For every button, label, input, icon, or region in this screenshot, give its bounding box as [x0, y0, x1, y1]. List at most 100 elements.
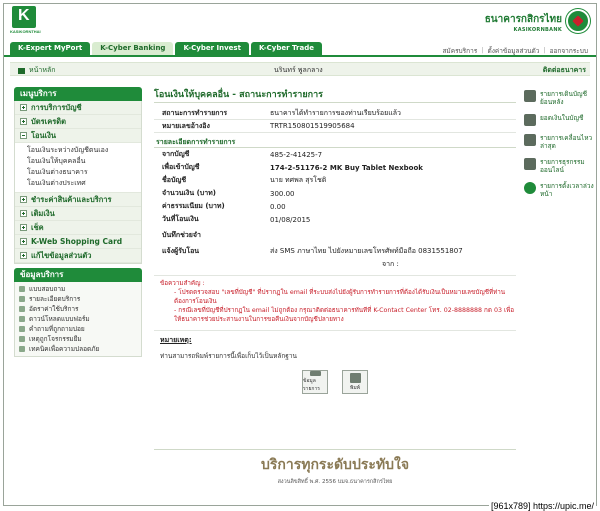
- save-icon: [309, 371, 321, 376]
- sidebar-item-label: การบริการบัญชี: [31, 102, 82, 112]
- document-icon: [524, 134, 536, 146]
- user-name: นรินทร์ พูลกลาง: [274, 66, 323, 74]
- footer: บริการทุกระดับประทับใจ สงวนลิขสิทธิ์ พ.ศ…: [154, 449, 516, 486]
- quick-link-balance[interactable]: ยอดเงินในบัญชี: [524, 114, 594, 126]
- sub-bar: หน้าหลัก นรินทร์ พูลกลาง ติดต่อธนาคาร: [10, 62, 590, 76]
- from-account-row: จากบัญชี 485-2-41425-7: [154, 148, 516, 161]
- contact-bank-link[interactable]: ติดต่อธนาคาร: [543, 65, 586, 76]
- sidebar-subitem-third-party[interactable]: โอนเงินให้บุคคลอื่น: [27, 156, 141, 167]
- bank-name: ธนาคารกสิกรไทย KASIKORNBANK: [485, 12, 562, 33]
- service-item-details[interactable]: รายละเอียดบริการ: [15, 294, 141, 304]
- quick-links-panel: รายการเดินบัญชีย้อนหลัง ยอดเงินในบัญชี ร…: [524, 90, 594, 206]
- tab-k-expert-myport[interactable]: K-Expert MyPort: [10, 42, 91, 55]
- notify-from-row: จาก :: [154, 258, 516, 271]
- notify-from-label: จาก :: [382, 260, 399, 268]
- transfer-submenu: โอนเงินระหว่างบัญชีตนเอง โอนเงินให้บุคคล…: [15, 143, 141, 193]
- service-item-theft[interactable]: เหตุถูกโจรกรรมยืม: [15, 334, 141, 344]
- quick-link-recent-activity[interactable]: รายการเคลื่อนไหวล่าสุด: [524, 134, 594, 150]
- to-account-row: เพื่อเข้าบัญชี 174-2-51176-2 MK Buy Tabl…: [154, 161, 516, 174]
- logo-text: KASIKORNTHAI: [10, 29, 41, 34]
- status-label: สถานะการทำรายการ: [162, 108, 228, 117]
- tab-k-cyber-invest[interactable]: K-Cyber Invest: [175, 42, 249, 55]
- sidebar-item-label: ชำระค่าสินค้าและบริการ: [31, 194, 112, 204]
- quick-link-online-transactions[interactable]: รายการธุรกรรมออนไลน์: [524, 158, 594, 174]
- sidebar-item-top-up[interactable]: เติมเงิน: [15, 207, 141, 221]
- watermark: [961x789] https://upic.me/: [488, 501, 596, 511]
- browser-frame: KASIKORNTHAI ธนาคารกสิกรไทย KASIKORNBANK…: [3, 3, 597, 506]
- field-label: แจ้งผู้รับโอน: [162, 247, 200, 255]
- sidebar-subitem-overseas[interactable]: โอนเงินต่างประเทศ: [27, 178, 141, 189]
- quick-link-statement-history[interactable]: รายการเดินบัญชีย้อนหลัง: [524, 90, 594, 106]
- notify-recipient-row: แจ้งผู้รับโอน ส่ง SMS ภาษาไทย ไปยังหมายเ…: [154, 245, 516, 258]
- note-item: - กรณีเลขที่บัญชีที่ปรากฏใน email ไม่ถูก…: [174, 307, 515, 323]
- detail-section-title: รายละเอียดการทำรายการ: [154, 137, 516, 148]
- sidebar-item-label: เช็ค: [31, 222, 44, 232]
- service-item-fees[interactable]: อัตราค่าใช้บริการ: [15, 304, 141, 314]
- quick-link-scheduled[interactable]: รายการตั้งเวลาล่วงหน้า: [524, 182, 594, 198]
- quick-link-label: รายการเดินบัญชีย้อนหลัง: [540, 90, 587, 106]
- bank-name-th: ธนาคารกสิกรไทย: [484, 14, 562, 25]
- sidebar-item-bill-payment[interactable]: ชำระค่าสินค้าและบริการ: [15, 193, 141, 207]
- quick-link-label: รายการเคลื่อนไหวล่าสุด: [540, 134, 593, 150]
- field-label: เพื่อเข้าบัญชี: [162, 163, 200, 171]
- sidebar-item-edit-profile[interactable]: แก้ไขข้อมูลส่วนตัว: [15, 249, 141, 263]
- service-item-survey[interactable]: แบบสอบถาม: [15, 284, 141, 294]
- remark-text: ท่านสามารถพิมพ์รายการนี้เพื่อเก็บไว้เป็น…: [160, 352, 297, 360]
- amount-row: จำนวนเงิน (บาท) 300.00: [154, 187, 516, 200]
- action-buttons: ข้อมูลรายการ พิมพ์: [154, 370, 516, 394]
- sidebar-item-k-web-shopping[interactable]: K-Web Shopping Card: [15, 235, 141, 249]
- statement-icon: [524, 90, 536, 102]
- service-item-security[interactable]: เทคนิคเพื่อความปลอดภัย: [15, 344, 141, 354]
- field-value: 485-2-41425-7: [270, 150, 323, 159]
- document-icon: [19, 306, 25, 312]
- menu-title: เมนูบริการ: [14, 87, 142, 101]
- quick-link-label: รายการธุรกรรมออนไลน์: [540, 158, 585, 174]
- sidebar-subitem-other-bank[interactable]: โอนเงินต่างธนาคาร: [27, 167, 141, 178]
- expand-icon: [20, 238, 27, 245]
- field-value: ส่ง SMS ภาษาไทย ไปยังหมายเลขโทรศัพท์มือถ…: [270, 247, 463, 255]
- check-icon: [19, 286, 25, 292]
- quick-link-label: ยอดเงินในบัญชี: [540, 114, 584, 122]
- download-icon: [19, 316, 25, 322]
- service-item-download-forms[interactable]: ดาวน์โหลดแบบฟอร์ม: [15, 314, 141, 324]
- field-label: จากบัญชี: [162, 150, 190, 158]
- header: KASIKORNTHAI ธนาคารกสิกรไทย KASIKORNBANK: [4, 4, 596, 44]
- sidebar-item-label: แก้ไขข้อมูลส่วนตัว: [31, 250, 92, 260]
- fee-row: ค่าธรรมเนียม (บาท) 0.00: [154, 200, 516, 213]
- sidebar-item-transfer[interactable]: โอนเงิน: [15, 129, 141, 143]
- expand-icon: [20, 252, 27, 259]
- tab-k-cyber-trade[interactable]: K-Cyber Trade: [250, 42, 322, 55]
- service-item-label: แบบสอบถาม: [29, 285, 66, 293]
- sidebar-subitem-own-account[interactable]: โอนเงินระหว่างบัญชีตนเอง: [27, 145, 141, 156]
- bank-name-en: KASIKORNBANK: [513, 27, 562, 33]
- service-item-faq[interactable]: คำถามที่ถูกถามบ่อย: [15, 324, 141, 334]
- sidebar-item-cheque[interactable]: เช็ค: [15, 221, 141, 235]
- money-bag-icon: [524, 114, 536, 126]
- service-info-list: แบบสอบถาม รายละเอียดบริการ อัตราค่าใช้บร…: [14, 282, 142, 357]
- field-label: วันที่โอนเงิน: [162, 215, 199, 223]
- status-value: ธนาคารได้ทำรายการของท่านเรียบร้อยแล้ว: [270, 108, 401, 117]
- k-logo-icon: [12, 6, 36, 28]
- expand-icon: [20, 210, 27, 217]
- tab-k-cyber-banking[interactable]: K-Cyber Banking: [92, 42, 174, 55]
- expand-icon: [20, 196, 27, 203]
- collapse-icon: [20, 132, 27, 139]
- lock-icon: [19, 346, 25, 352]
- status-row: สถานะการทำรายการ ธนาคารได้ทำรายการของท่า…: [154, 107, 516, 120]
- service-item-label: เหตุถูกโจรกรรมยืม: [29, 335, 82, 343]
- home-link[interactable]: หน้าหลัก: [18, 65, 55, 76]
- expand-icon: [20, 224, 27, 231]
- header-divider: [4, 55, 596, 57]
- sidebar-item-account-services[interactable]: การบริการบัญชี: [15, 101, 141, 115]
- field-label: บันทึกช่วยจำ: [162, 231, 201, 239]
- star-icon: [19, 296, 25, 302]
- print-button[interactable]: พิมพ์: [342, 370, 368, 394]
- question-icon: [19, 326, 25, 332]
- save-details-button[interactable]: ข้อมูลรายการ: [302, 370, 328, 394]
- home-icon: [18, 67, 25, 74]
- sidebar-item-label: โอนเงิน: [31, 130, 57, 140]
- sidebar-item-credit-card[interactable]: บัตรเครดิต: [15, 115, 141, 129]
- kasikorn-logo[interactable]: KASIKORNTHAI: [10, 6, 41, 36]
- page-title: โอนเงินให้บุคคลอื่น - สถานะการทำรายการ: [154, 87, 516, 103]
- field-value: นาย ทศพล สุรโชติ: [270, 176, 327, 184]
